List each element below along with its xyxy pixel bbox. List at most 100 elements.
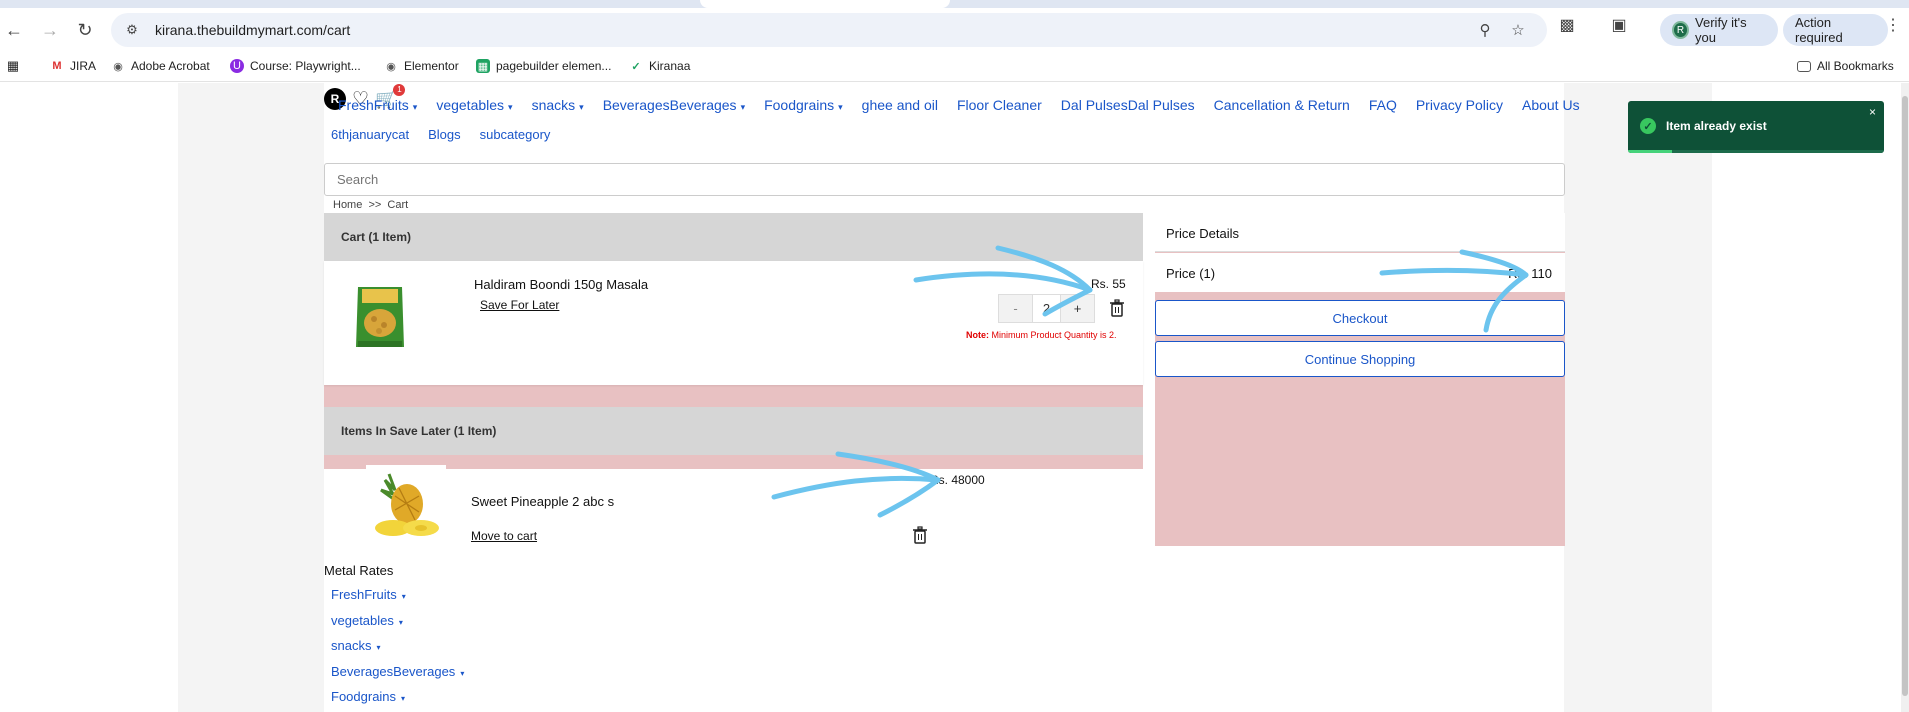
menu-kebab-icon[interactable]: ⋮ <box>1885 14 1901 36</box>
globe-icon: ◉ <box>113 60 123 73</box>
bookmark-elementor[interactable]: ◉ Elementor <box>384 59 459 73</box>
footer-menu-beverages[interactable]: BeveragesBeverages ▾ <box>331 664 464 679</box>
chevron-down-icon: ▾ <box>460 669 465 678</box>
menu-item-cancellation-return[interactable]: Cancellation & Return <box>1214 97 1350 113</box>
menu-item-blogs[interactable]: Blogs <box>428 127 461 142</box>
chevron-down-icon: ▾ <box>376 643 381 652</box>
toast-notification: ✓ Item already exist × <box>1628 101 1884 153</box>
toast-message: Item already exist <box>1666 119 1767 133</box>
chevron-down-icon: ▾ <box>412 102 418 112</box>
price-row: Price (1) Rs. 110 <box>1155 253 1565 292</box>
save-later-item-name[interactable]: Sweet Pineapple 2 abc s <box>471 494 614 509</box>
browser-toolbar: ← → ↻ ⚙ kirana.thebuildmymart.com/cart ⚲… <box>0 8 1909 52</box>
menu-item-foodgrains[interactable]: Foodgrains ▾ <box>764 97 843 113</box>
checkout-button[interactable]: Checkout <box>1155 300 1565 336</box>
bookmarks-bar: ▦ M JIRA ◉ Adobe Acrobat U Course: Playw… <box>0 52 1909 82</box>
course-icon: U <box>230 59 244 73</box>
action-required-button[interactable]: Action required <box>1783 14 1888 46</box>
active-tab[interactable] <box>700 0 950 8</box>
bookmark-course-playwright[interactable]: U Course: Playwright... <box>230 59 361 73</box>
chevron-down-icon: ▾ <box>398 618 403 627</box>
menu-item-beverages[interactable]: BeveragesBeverages ▾ <box>603 97 745 113</box>
cart-item-price: Rs. 55 <box>1091 277 1126 291</box>
chevron-down-icon: ▾ <box>579 102 584 112</box>
breadcrumb: Home >> Cart <box>333 199 409 211</box>
main-menu: FreshFruits ▾ vegetables ▾ snacks ▾ Beverag… <box>331 97 1599 113</box>
continue-shopping-button[interactable]: Continue Shopping <box>1155 341 1565 377</box>
footer-menu-foodgrains[interactable]: Foodgrains ▾ <box>331 689 405 704</box>
success-check-icon: ✓ <box>1640 118 1656 134</box>
menu-item-ghee-and-oil[interactable]: ghee and oil <box>862 97 938 113</box>
menu-item-floor-cleaner[interactable]: Floor Cleaner <box>957 97 1042 113</box>
check-icon: ✓ <box>631 60 641 73</box>
all-bookmarks-button[interactable]: All Bookmarks <box>1797 59 1894 73</box>
save-for-later-link[interactable]: Save For Later <box>480 298 559 312</box>
price-details-panel: Price Details Price (1) Rs. 110 Checkout… <box>1155 213 1565 546</box>
cart-panel: Cart (1 Item) Haldiram Boondi 150g Masal… <box>324 213 1143 545</box>
menu-item-dal-pulses[interactable]: Dal PulsesDal Pulses <box>1061 97 1195 113</box>
chevron-down-icon: ▾ <box>740 102 746 112</box>
product-image-pineapple[interactable] <box>366 465 446 545</box>
page-viewport: R ♡ 🛒 1 FreshFruits ▾ vegetables ▾ snacks ▾… <box>0 83 1909 712</box>
zoom-icon[interactable]: ⚲ <box>1475 20 1495 40</box>
chevron-down-icon: ▾ <box>838 102 843 112</box>
toast-close-icon[interactable]: × <box>1869 105 1876 119</box>
cart-heading: Cart (1 Item) <box>324 213 1143 261</box>
secondary-menu: 6thjanuarycat Blogs subcategory <box>331 127 569 142</box>
min-quantity-note: Note: Minimum Product Quantity is 2. <box>966 330 1117 340</box>
page-scrollbar-thumb[interactable] <box>1902 96 1908 696</box>
reload-icon[interactable]: ↻ <box>71 16 99 44</box>
url-text[interactable]: kirana.thebuildmymart.com/cart <box>155 22 350 38</box>
forward-icon[interactable]: → <box>36 16 64 44</box>
quantity-stepper: - 2 + <box>998 294 1095 323</box>
chevron-down-icon: ▾ <box>508 102 513 112</box>
menu-item-vegetables[interactable]: vegetables ▾ <box>436 97 512 113</box>
sheets-icon: ▦ <box>476 59 490 73</box>
gmail-icon: M <box>52 60 62 72</box>
apps-grid-icon[interactable]: ▦ <box>6 58 20 73</box>
move-to-cart-link[interactable]: Move to cart <box>471 529 537 543</box>
menu-item-freshfruits[interactable]: FreshFruits ▾ <box>338 97 417 113</box>
toast-progress-bar <box>1628 150 1672 153</box>
cart-item-name[interactable]: Haldiram Boondi 150g Masala <box>474 277 648 292</box>
globe-icon: ◉ <box>386 60 396 73</box>
menu-item-snacks[interactable]: snacks ▾ <box>532 97 584 113</box>
save-later-item-price: Rs. 48000 <box>930 473 985 487</box>
verify-identity-button[interactable]: R Verify it's you <box>1660 14 1778 46</box>
footer-menu-vegetables[interactable]: vegetables ▾ <box>331 613 403 628</box>
qty-value[interactable]: 2 <box>1032 295 1061 322</box>
folder-icon <box>1797 60 1811 72</box>
menu-item-6thjanuarycat[interactable]: 6thjanuarycat <box>331 127 409 142</box>
bookmark-star-icon[interactable]: ☆ <box>1508 20 1528 40</box>
remove-item-trash-icon[interactable] <box>1109 299 1125 322</box>
menu-item-faq[interactable]: FAQ <box>1369 97 1397 113</box>
bookmark-adobe-acrobat[interactable]: ◉ Adobe Acrobat <box>111 59 210 73</box>
site-info-icon[interactable]: ⚙ <box>123 21 141 39</box>
qty-decrease-button[interactable]: - <box>999 295 1032 322</box>
footer-menu-freshfruits[interactable]: FreshFruits ▾ <box>331 587 406 602</box>
price-details-heading: Price Details <box>1155 213 1565 252</box>
chevron-down-icon: ▾ <box>401 592 406 601</box>
action-label: Action required <box>1795 15 1843 45</box>
menu-item-subcategory[interactable]: subcategory <box>480 127 551 142</box>
menu-item-privacy-policy[interactable]: Privacy Policy <box>1416 97 1503 113</box>
remove-saved-item-trash-icon[interactable] <box>912 526 928 549</box>
bookmark-pagebuilder[interactable]: ▦ pagebuilder elemen... <box>476 59 611 73</box>
tab-strip <box>0 0 1909 8</box>
price-total: Rs. 110 <box>1508 266 1552 281</box>
save-later-heading: Items In Save Later (1 Item) <box>324 407 1143 455</box>
verify-label: Verify it's you <box>1695 15 1747 45</box>
tab-search-icon[interactable]: ▣ <box>1608 14 1630 36</box>
bookmark-kiranaa[interactable]: ✓ Kiranaa <box>629 59 690 73</box>
back-icon[interactable]: ← <box>0 16 28 44</box>
chevron-down-icon: ▾ <box>401 694 406 703</box>
bookmark-jira[interactable]: M JIRA <box>50 59 96 73</box>
metal-rates-heading: Metal Rates <box>324 563 394 578</box>
extensions-icon[interactable]: ▩ <box>1556 14 1578 36</box>
footer-menu-snacks[interactable]: snacks ▾ <box>331 638 380 653</box>
product-image-boondi[interactable] <box>350 279 410 354</box>
qty-increase-button[interactable]: + <box>1061 295 1094 322</box>
search-input[interactable]: Search <box>324 163 1565 196</box>
menu-item-about-us[interactable]: About Us <box>1522 97 1580 113</box>
address-bar[interactable]: ⚙ kirana.thebuildmymart.com/cart ⚲ ☆ <box>111 13 1547 47</box>
